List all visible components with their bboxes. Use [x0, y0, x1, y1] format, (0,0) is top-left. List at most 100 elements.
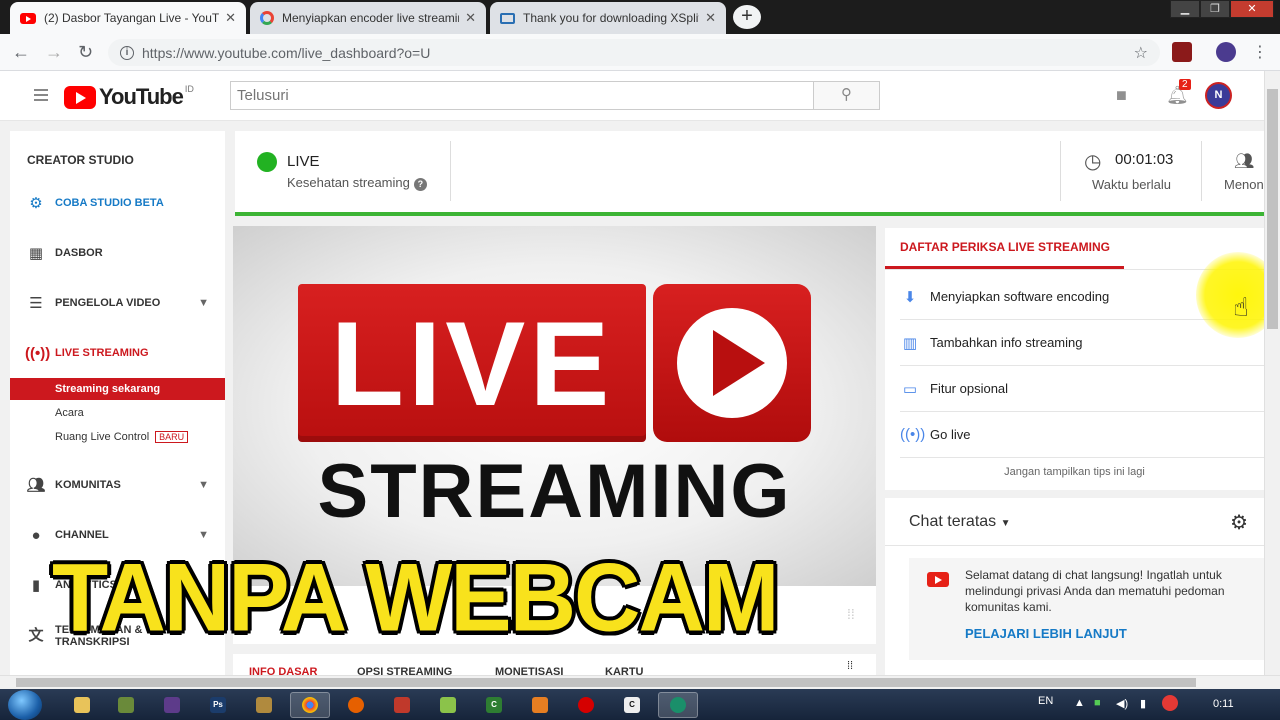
sidebar-sub-streaming-now[interactable]: Streaming sekarang [10, 378, 225, 400]
upload-video-icon[interactable]: ■ [1116, 85, 1127, 106]
live-chat-panel: Chat teratas ▼ ⚙ Selamat datang di chat … [885, 498, 1264, 676]
bookmark-star-icon[interactable]: ☆ [1134, 43, 1148, 63]
search-input[interactable] [230, 81, 814, 110]
search-button[interactable]: ⚲ [814, 81, 880, 110]
network-icon[interactable]: ▮ [1140, 697, 1146, 710]
drag-handle-icon[interactable]: ⁞⁞ [847, 660, 853, 672]
back-icon[interactable]: ← [12, 42, 30, 63]
channel-icon: ● [31, 526, 41, 544]
avatar[interactable]: N [1205, 82, 1232, 109]
checklist-item-go-live[interactable]: ((•)) Go live [900, 412, 1264, 458]
chat-settings-gear-icon[interactable]: ⚙ [1230, 510, 1248, 535]
search-icon: ⚲ [841, 86, 852, 103]
taskbar-photoshop[interactable]: Ps [198, 692, 238, 718]
youtube-logo[interactable]: YouTube ID [64, 84, 194, 110]
drag-handle-icon[interactable]: ⁞⁞ [847, 606, 855, 622]
language-indicator[interactable]: EN [1038, 695, 1053, 707]
active-tab-underline [885, 266, 1124, 269]
page-favicon-icon [500, 12, 515, 24]
sidebar-item-label: PENGELOLA VIDEO [55, 297, 161, 309]
learn-more-link[interactable]: PELAJARI LEBIH LANJUT [965, 626, 1127, 641]
tray-app-icon[interactable]: ■ [1094, 697, 1101, 709]
sidebar-item-dasbor[interactable]: ▦ DASBOR [10, 241, 225, 265]
sidebar-item-video-manager[interactable]: ☰ PENGELOLA VIDEO ▼ [10, 291, 225, 315]
taskbar-app[interactable] [152, 692, 192, 718]
firefox-icon [348, 697, 364, 713]
start-button[interactable] [8, 690, 42, 720]
chat-welcome-message: Selamat datang di chat langsung! Ingatla… [909, 558, 1264, 660]
sidebar-item-channel[interactable]: ● CHANNEL ▼ [10, 523, 225, 547]
browser-tab-youtube[interactable]: (2) Dasbor Tayangan Live - YouTube ✕ [10, 2, 246, 34]
profile-icon[interactable] [1216, 42, 1236, 62]
taskbar-app[interactable] [428, 692, 468, 718]
app-icon [256, 697, 272, 713]
taskbar-opera[interactable] [566, 692, 606, 718]
chat-welcome-text: Selamat datang di chat langsung! Ingatla… [965, 568, 1225, 614]
taskbar-xsplit[interactable] [658, 692, 698, 718]
sidebar-item-label: CHANNEL [55, 529, 109, 541]
checklist-item-label: Menyiapkan software encoding [930, 289, 1110, 304]
download-icon: ⬇ [903, 288, 917, 306]
sidebar-sub-live-control-room[interactable]: Ruang Live Control BARU [10, 426, 225, 448]
close-tab-icon[interactable]: ✕ [465, 10, 476, 26]
volume-icon[interactable]: ◀) [1116, 697, 1128, 710]
taskbar-app[interactable] [106, 692, 146, 718]
minimize-button[interactable]: ▁ [1170, 0, 1200, 18]
scrollbar-thumb[interactable] [16, 678, 1196, 687]
sidebar-sub-label: Streaming sekarang [55, 383, 161, 395]
address-bar: ← → ↻ i https://www.youtube.com/live_das… [0, 34, 1280, 71]
youtube-header: YouTube ID ⚲ ■ 🔔︎ 2 N [0, 71, 1264, 121]
sidebar-item-label: DASBOR [55, 247, 103, 259]
sidebar-item-community[interactable]: 👥︎ KOMUNITAS ▼ [10, 473, 225, 497]
sidebar-item-live-streaming[interactable]: ((•)) LIVE STREAMING [10, 341, 225, 365]
sidebar-sub-events[interactable]: Acara [10, 402, 225, 424]
clock-icon: ◷ [1084, 151, 1102, 173]
close-tab-icon[interactable]: ✕ [705, 10, 716, 26]
tray-app-icon[interactable] [1162, 695, 1178, 711]
taskbar-camtasia[interactable]: C [474, 692, 514, 718]
maximize-button[interactable]: ❐ [1200, 0, 1230, 18]
taskbar-app[interactable] [244, 692, 284, 718]
app-icon [118, 697, 134, 713]
sidebar-item-studio-beta[interactable]: ⚙ COBA STUDIO BETA [10, 191, 225, 215]
divider [1201, 141, 1202, 201]
checklist-item-optional-features[interactable]: ▭ Fitur opsional [900, 366, 1264, 412]
vertical-scrollbar[interactable] [1264, 71, 1280, 675]
help-icon[interactable]: ? [413, 178, 427, 191]
stream-preview[interactable]: LIVE STREAMING [233, 226, 876, 586]
scrollbar-thumb[interactable] [1267, 89, 1278, 329]
browser-tab-xsplit[interactable]: Thank you for downloading XSplit ✕ [490, 2, 726, 34]
taskbar-app[interactable]: C [612, 692, 652, 718]
sidebar-title: CREATOR STUDIO [27, 153, 134, 167]
dismiss-tips-link[interactable]: Jangan tampilkan tips ini lagi [885, 466, 1264, 478]
video-manager-icon: ☰ [29, 295, 43, 312]
reload-icon[interactable]: ↻ [78, 42, 93, 63]
live-status-bar: LIVE Kesehatan streaming? ◷ 00:01:03 Wak… [235, 131, 1264, 213]
new-tab-button[interactable]: + [733, 5, 761, 29]
taskbar-firefox[interactable] [336, 692, 376, 718]
site-info-icon[interactable]: i [120, 45, 134, 60]
menu-dots-icon[interactable]: ⋮ [1252, 42, 1268, 62]
youtube-favicon-icon [20, 12, 36, 24]
pdf-extension-icon[interactable] [1172, 42, 1192, 62]
taskbar-app[interactable] [382, 692, 422, 718]
app-icon: C [624, 697, 640, 713]
taskbar-explorer[interactable] [62, 692, 102, 718]
checklist-title: DAFTAR PERIKSA LIVE STREAMING [900, 240, 1111, 254]
browser-tab-google[interactable]: Menyiapkan encoder live streaming ✕ [250, 2, 486, 34]
tray-arrow-icon[interactable]: ▲ [1074, 697, 1085, 709]
chat-mode-label: Chat teratas [909, 513, 997, 530]
hamburger-menu-icon[interactable] [34, 89, 48, 104]
forward-icon[interactable]: → [45, 42, 63, 63]
close-window-button[interactable]: ✕ [1230, 0, 1274, 18]
url-field[interactable]: i https://www.youtube.com/live_dashboard… [108, 39, 1160, 66]
app-icon [394, 697, 410, 713]
streaming-logo-text: STREAMING [317, 449, 792, 534]
play-logo-block [653, 284, 811, 442]
taskbar-chrome[interactable] [290, 692, 330, 718]
chat-mode-dropdown[interactable]: Chat teratas ▼ [909, 513, 1011, 531]
horizontal-scrollbar[interactable] [0, 675, 1280, 689]
google-favicon-icon [260, 11, 274, 25]
close-tab-icon[interactable]: ✕ [225, 10, 236, 26]
taskbar-app[interactable] [520, 692, 560, 718]
